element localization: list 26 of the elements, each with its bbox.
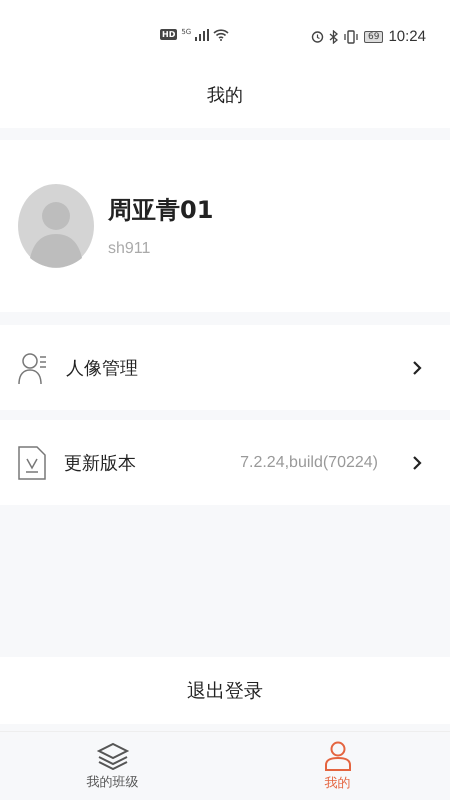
user-name: 周亚青01 — [108, 195, 214, 226]
tab-label: 我的 — [324, 774, 350, 792]
vibrate-icon — [343, 30, 359, 44]
menu-label: 更新版本 — [64, 452, 136, 474]
menu-item[interactable]: 更新版本 7.2.24,build(70224) — [0, 420, 450, 505]
wifi-icon — [213, 28, 230, 41]
chevron-icon — [412, 360, 422, 376]
account-id: sh911 — [108, 240, 152, 258]
signal-icon — [195, 28, 210, 40]
hd-badge: HD — [160, 29, 178, 40]
page-title: 我的 — [207, 84, 243, 107]
document-icon — [18, 446, 46, 480]
person-icon — [322, 740, 352, 770]
menu-label: 人像管理 — [66, 356, 138, 380]
battery-level: 69 — [364, 30, 384, 42]
clock-time: 10:24 — [388, 28, 426, 45]
person-list-icon — [18, 350, 48, 384]
tab[interactable]: 我的班级 — [0, 732, 225, 800]
chevron-icon — [412, 454, 422, 470]
layers-icon — [96, 742, 128, 770]
logout-button[interactable]: 退出登录 — [0, 657, 450, 724]
bluetooth-icon — [329, 30, 338, 44]
version-text: 7.2.24,build(70224) — [240, 454, 378, 472]
menu-item[interactable]: 人像管理 — [0, 325, 450, 410]
tab-label: 我的班级 — [86, 774, 138, 790]
alarm-icon — [311, 30, 324, 43]
